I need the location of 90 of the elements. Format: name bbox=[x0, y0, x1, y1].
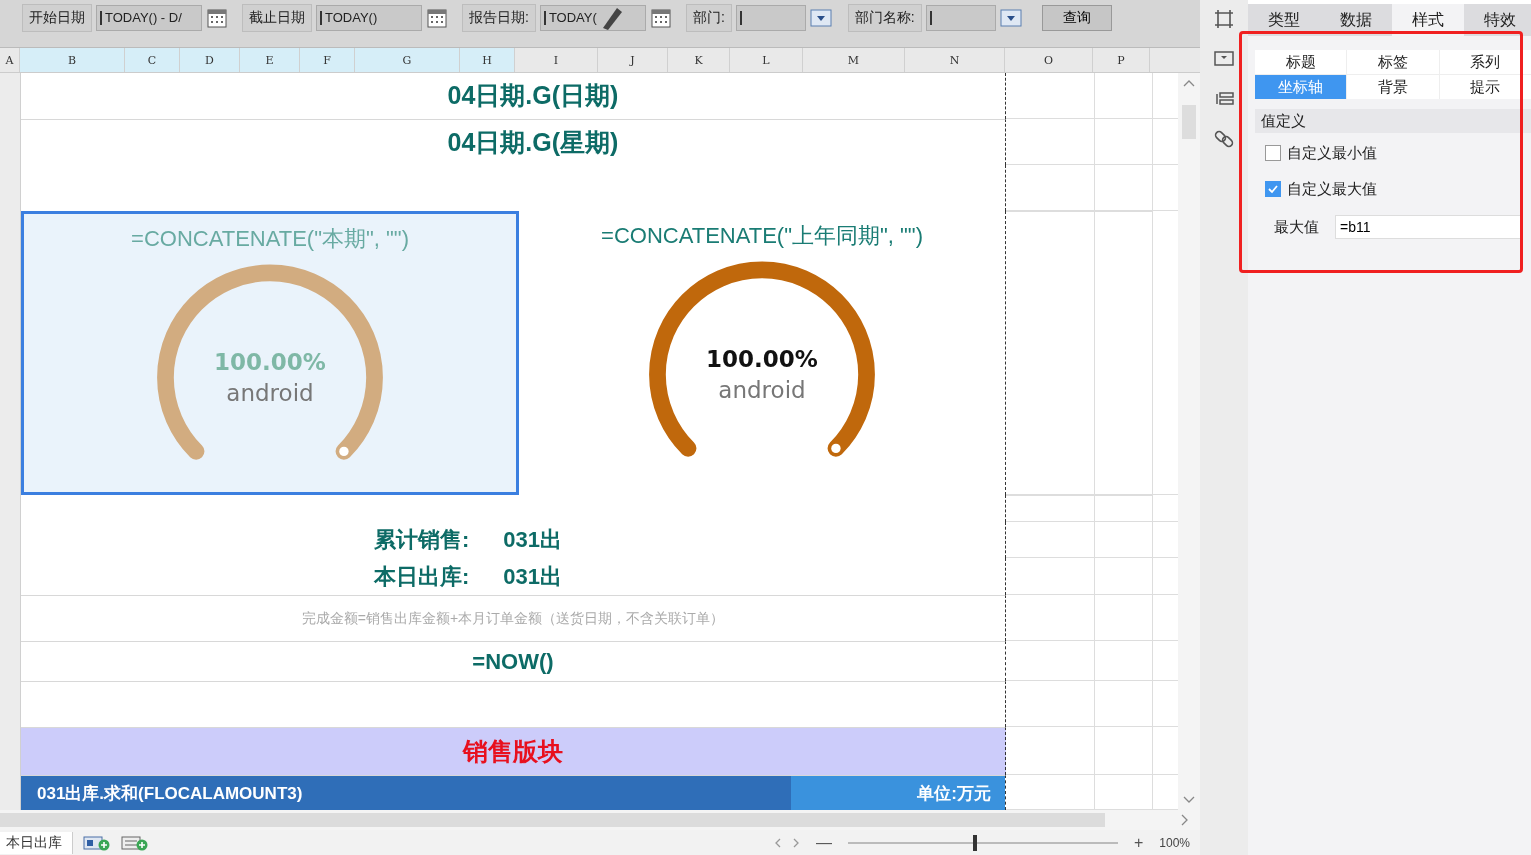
add-report-icon[interactable] bbox=[121, 834, 149, 851]
chart-title: =CONCATENATE("上年同期", "") bbox=[601, 221, 923, 250]
note-text: 完成金额=销售出库金额+本月订单金额（送货日期，不含关联订单） bbox=[301, 609, 725, 628]
date-field[interactable]: TODAY() bbox=[316, 4, 422, 31]
dropdown-icon[interactable] bbox=[999, 8, 1022, 27]
vertical-scrollbar[interactable] bbox=[1178, 73, 1200, 810]
date-field[interactable]: TODAY( bbox=[539, 4, 646, 31]
link-icon[interactable] bbox=[1213, 128, 1235, 150]
row-header[interactable] bbox=[0, 775, 21, 810]
gauge-end-dot bbox=[339, 446, 349, 456]
slider-thumb[interactable] bbox=[972, 834, 977, 851]
selected-chart-cell[interactable]: =CONCATENATE("本期", "") 100.00% android bbox=[21, 210, 519, 496]
column-header[interactable]: B bbox=[20, 48, 125, 72]
sub-tab[interactable]: 提示 bbox=[1439, 75, 1531, 99]
gauge-end-dot bbox=[831, 443, 841, 453]
sub-tab[interactable]: 系列 bbox=[1439, 50, 1531, 74]
column-header[interactable]: P bbox=[1093, 48, 1150, 72]
zoom-in-button[interactable]: + bbox=[1127, 833, 1150, 852]
chart-cell[interactable]: =CONCATENATE("上年同期", "") 100.00% android bbox=[519, 210, 1005, 496]
column-header[interactable]: J bbox=[598, 48, 668, 72]
field-label: 最大值 bbox=[1274, 217, 1319, 237]
summary-value: 031出 bbox=[503, 562, 562, 591]
parameter-label: 报告日期: bbox=[462, 3, 536, 32]
next-icon[interactable] bbox=[791, 837, 800, 848]
column-header[interactable]: D bbox=[180, 48, 240, 72]
column-header[interactable]: L bbox=[730, 48, 803, 72]
previous-icon[interactable] bbox=[773, 837, 782, 848]
dropdown-field[interactable] bbox=[925, 4, 996, 31]
column-header[interactable]: G bbox=[355, 48, 460, 72]
grid-cell bbox=[1095, 495, 1153, 523]
checkbox-label: 自定义最小值 bbox=[1287, 143, 1377, 163]
parameter-label: 部门名称: bbox=[847, 3, 922, 32]
calendar-icon[interactable] bbox=[426, 6, 448, 29]
sheet-tab[interactable]: 本日出库 bbox=[0, 831, 73, 854]
column-header[interactable]: F bbox=[300, 48, 355, 72]
grid-cell bbox=[1095, 595, 1153, 642]
section-header[interactable]: 值定义 bbox=[1255, 109, 1531, 133]
zoom-reading: 100% bbox=[1159, 835, 1191, 850]
row-header[interactable] bbox=[0, 73, 21, 119]
column-header[interactable]: E bbox=[240, 48, 300, 72]
section-banner: 销售版块 bbox=[21, 727, 1006, 776]
dropdown-icon[interactable] bbox=[809, 8, 832, 27]
column-header[interactable]: N bbox=[905, 48, 1005, 72]
unit-bar: 单位:万元 bbox=[791, 776, 1005, 810]
parameter-label: 部门: bbox=[685, 3, 732, 32]
sub-tab[interactable]: 背景 bbox=[1347, 75, 1439, 99]
calendar-icon[interactable] bbox=[649, 6, 672, 29]
sub-tab[interactable]: 标签 bbox=[1347, 50, 1439, 74]
sub-tab[interactable]: 标题 bbox=[1255, 50, 1347, 74]
panel-tab[interactable]: 样式 bbox=[1392, 4, 1464, 36]
checkbox-label: 自定义最大值 bbox=[1287, 179, 1377, 199]
max-value-field[interactable]: =b11 bbox=[1335, 215, 1521, 239]
summary-label: 累计销售: bbox=[373, 526, 470, 555]
summary-value: 031出 bbox=[503, 526, 562, 555]
gauge-label: android bbox=[226, 380, 314, 407]
report-title: 04日期.G(星期) bbox=[446, 126, 619, 158]
frame-icon[interactable] bbox=[1213, 8, 1235, 30]
column-header[interactable]: O bbox=[1005, 48, 1093, 72]
add-sheet-icon[interactable] bbox=[83, 834, 111, 851]
grid-cell bbox=[1095, 558, 1153, 596]
query-button[interactable]: 查询 bbox=[1041, 4, 1112, 31]
checkbox[interactable] bbox=[1265, 145, 1281, 161]
calendar-icon[interactable] bbox=[206, 6, 228, 29]
parameter-label: 截止日期 bbox=[242, 3, 312, 32]
grid-cell bbox=[1095, 641, 1153, 682]
dropdown-field[interactable] bbox=[735, 4, 806, 31]
report-title: 04日期.G(日期) bbox=[446, 80, 619, 112]
grid-cell bbox=[1095, 681, 1153, 728]
grid-cell bbox=[1095, 727, 1153, 776]
date-field[interactable]: TODAY() - D/ bbox=[96, 4, 202, 31]
summary-label: 本日出库: bbox=[373, 562, 470, 591]
panel-tab[interactable]: 类型 bbox=[1248, 4, 1320, 36]
gauge-value: 100.00% bbox=[214, 348, 326, 375]
formula-text: =NOW() bbox=[472, 648, 554, 675]
panel-tab[interactable]: 特效 bbox=[1464, 4, 1531, 36]
gauge-label: android bbox=[718, 377, 806, 404]
column-header[interactable]: C bbox=[125, 48, 180, 72]
gauge-value: 100.00% bbox=[706, 345, 818, 372]
header-bar: 031出库.求和(FLOCALAMOUNT3) bbox=[21, 776, 791, 810]
panel-tab[interactable]: 数据 bbox=[1320, 4, 1392, 36]
horizontal-scrollbar[interactable] bbox=[0, 813, 1105, 827]
zoom-out-button[interactable]: — bbox=[809, 833, 838, 852]
grid-cell bbox=[1095, 522, 1153, 559]
parameter-label: 开始日期 bbox=[22, 3, 92, 32]
checkbox[interactable] bbox=[1265, 181, 1281, 197]
column-header[interactable]: H bbox=[460, 48, 515, 72]
column-header[interactable]: K bbox=[668, 48, 730, 72]
column-header[interactable]: M bbox=[803, 48, 905, 72]
column-header[interactable]: I bbox=[515, 48, 598, 72]
chart-title: =CONCATENATE("本期", "") bbox=[131, 224, 409, 253]
